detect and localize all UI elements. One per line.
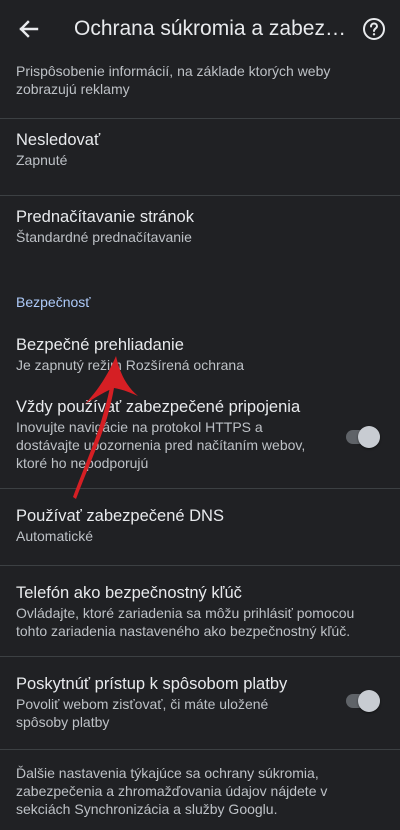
https-first-title: Vždy používať zabezpečené pripojenia <box>16 398 301 416</box>
secure-dns-item[interactable]: Používať zabezpečené DNS Automatické <box>0 489 400 565</box>
https-first-item[interactable]: Vždy používať zabezpečené pripojenia Ino… <box>0 390 400 488</box>
phone-security-key-item[interactable]: Telefón ako bezpečnostný kľúč Ovládajte,… <box>0 566 400 656</box>
toggle-thumb <box>358 426 380 448</box>
help-icon[interactable] <box>362 17 386 41</box>
settings-list: Prispôsobenie informácií, na základe kto… <box>0 58 400 818</box>
ad-privacy-summary[interactable]: Prispôsobenie informácií, na základe kto… <box>0 58 400 118</box>
safe-browsing-item[interactable]: Bezpečné prehliadanie Je zapnutý režim R… <box>0 318 400 390</box>
preload-pages-title: Prednačítavanie stránok <box>16 208 194 226</box>
phone-security-key-summary: Ovládajte, ktoré zariadenia sa môžu prih… <box>16 605 355 639</box>
payment-methods-item[interactable]: Poskytnúť prístup k spôsobom platby Povo… <box>0 657 400 749</box>
footer-info-text: Ďalšie nastavenia týkajúce sa ochrany sú… <box>16 765 328 817</box>
safe-browsing-title: Bezpečné prehliadanie <box>16 336 184 354</box>
phone-security-key-title: Telefón ako bezpečnostný kľúč <box>16 584 242 602</box>
https-first-toggle[interactable] <box>346 426 380 448</box>
preload-pages-summary: Štandardné prednačítavanie <box>16 229 192 245</box>
app-bar: Ochrana súkromia a zabezpečenie <box>0 0 400 58</box>
do-not-track-summary: Zapnuté <box>16 152 68 168</box>
preload-pages-item[interactable]: Prednačítavanie stránok Štandardné predn… <box>0 196 400 272</box>
security-section-header: Bezpečnosť <box>16 294 91 310</box>
arrow-back-icon[interactable] <box>16 16 42 42</box>
page-title: Ochrana súkromia a zabezpečenie <box>74 17 348 40</box>
https-first-summary: Inovujte navigácie na protokol HTTPS a d… <box>16 419 306 471</box>
do-not-track-item[interactable]: Nesledovať Zapnuté <box>0 119 400 195</box>
secure-dns-summary: Automatické <box>16 528 94 544</box>
safe-browsing-summary: Je zapnutý režim Rozšírená ochrana <box>16 357 244 373</box>
do-not-track-title: Nesledovať <box>16 131 101 149</box>
payment-methods-toggle[interactable] <box>346 690 380 712</box>
toggle-thumb <box>358 690 380 712</box>
payment-methods-title: Poskytnúť prístup k spôsobom platby <box>16 675 288 693</box>
secure-dns-title: Používať zabezpečené DNS <box>16 507 224 525</box>
payment-methods-summary: Povoliť webom zisťovať, či máte uložené … <box>16 696 269 730</box>
